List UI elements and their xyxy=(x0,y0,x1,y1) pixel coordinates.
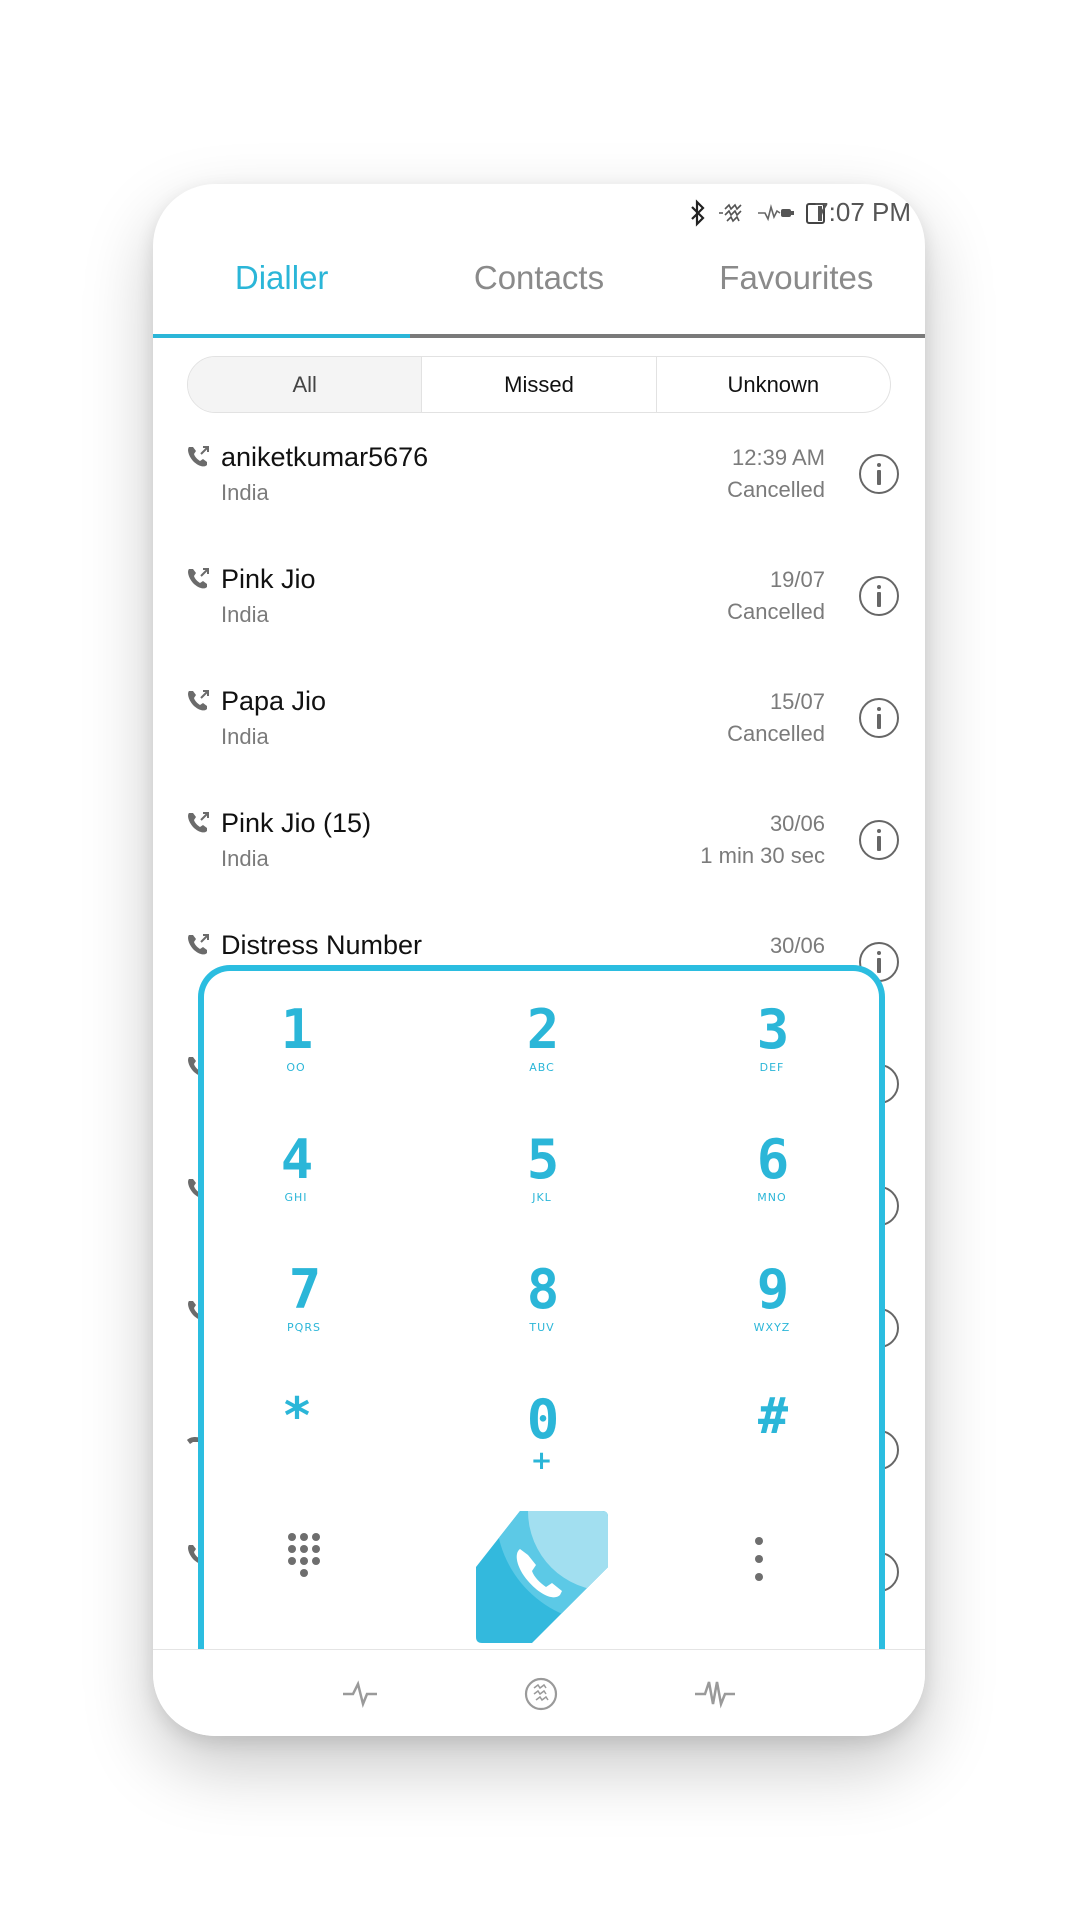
key-digit: 4 xyxy=(280,1128,314,1191)
key-letters: PQRS xyxy=(287,1321,321,1334)
key-5[interactable]: 5 JKL xyxy=(482,1131,602,1231)
key-hash[interactable]: # xyxy=(712,1381,832,1481)
call-log-row[interactable]: aniketkumar5676 India 12:39 AM Cancelled xyxy=(153,430,925,552)
call-status: 1 min 30 sec xyxy=(700,843,825,868)
key-3[interactable]: 3 DEF xyxy=(712,1001,832,1101)
call-time: 15/07 xyxy=(769,689,825,714)
key-6[interactable]: 6 MNO xyxy=(712,1131,832,1231)
call-time: 30/06 xyxy=(769,933,825,958)
key-letters: GHI xyxy=(284,1191,308,1204)
bluetooth-icon xyxy=(691,199,705,227)
key-7[interactable]: 7 PQRS xyxy=(244,1261,364,1361)
contact-name: Pink Jio (15) xyxy=(221,808,372,838)
phone-screen: 7:07 PM Dialler Contacts Favourites All … xyxy=(153,184,925,1736)
contact-location: India xyxy=(221,480,269,505)
vibration-icon[interactable] xyxy=(519,1674,563,1714)
call-time: 12:39 AM xyxy=(732,445,825,470)
bottom-navigation xyxy=(153,1649,925,1736)
key-digit: 8 xyxy=(526,1258,560,1321)
key-4[interactable]: 4 GHI xyxy=(236,1131,356,1231)
key-9[interactable]: 9 WXYZ xyxy=(712,1261,832,1361)
charging-icon xyxy=(758,203,794,222)
call-status: Cancelled xyxy=(727,477,825,502)
outgoing-call-icon xyxy=(188,812,209,833)
key-letters: + xyxy=(530,1446,554,1476)
key-digit: 9 xyxy=(756,1258,790,1321)
tab-favourites[interactable]: Favourites xyxy=(668,246,925,338)
key-1[interactable]: 1 OO xyxy=(236,1001,356,1101)
pulse-icon[interactable] xyxy=(341,1674,385,1714)
info-icon[interactable] xyxy=(859,454,899,494)
info-icon[interactable] xyxy=(859,698,899,738)
contact-location: India xyxy=(221,846,269,871)
key-letters: DEF xyxy=(759,1061,785,1074)
outgoing-call-icon xyxy=(188,690,209,711)
info-icon[interactable] xyxy=(859,576,899,616)
outgoing-call-icon xyxy=(188,568,209,589)
call-status: Cancelled xyxy=(727,721,825,746)
filter-unknown[interactable]: Unknown xyxy=(655,357,890,412)
waveform-icon[interactable] xyxy=(693,1674,737,1714)
key-digit: 2 xyxy=(526,998,560,1061)
call-time: 30/06 xyxy=(769,811,825,836)
dialpad-toggle-icon[interactable] xyxy=(288,1533,328,1589)
key-digit: 6 xyxy=(756,1128,790,1191)
key-digit: # xyxy=(757,1387,788,1445)
tab-contacts[interactable]: Contacts xyxy=(410,246,667,338)
key-letters: WXYZ xyxy=(753,1321,791,1334)
outgoing-call-icon xyxy=(188,934,209,955)
tab-dialler[interactable]: Dialler xyxy=(153,246,410,338)
call-log-row[interactable]: Pink Jio (15) India 30/06 1 min 30 sec xyxy=(153,796,925,918)
key-digit: 1 xyxy=(280,998,314,1061)
voicemail-icon: OO xyxy=(286,1061,306,1074)
key-0[interactable]: 0 + xyxy=(482,1391,602,1491)
dialpad: 1 OO 2 ABC 3 DEF 4 GHI 5 JKL 6 MNO 7 PQRS 8 TUV … xyxy=(198,965,885,1665)
call-time: 19/07 xyxy=(769,567,825,592)
call-button[interactable] xyxy=(476,1511,608,1643)
contact-name: Pink Jio xyxy=(221,564,316,594)
call-filter: All Missed Unknown xyxy=(187,356,891,413)
key-digit: * xyxy=(281,1387,312,1445)
filter-missed[interactable]: Missed xyxy=(421,357,655,412)
clock: 7:07 PM xyxy=(814,197,911,227)
call-status: Cancelled xyxy=(727,599,825,624)
contact-name: Papa Jio xyxy=(221,686,327,716)
key-star[interactable]: * xyxy=(236,1381,356,1481)
contact-location: India xyxy=(221,602,269,627)
key-8[interactable]: 8 TUV xyxy=(482,1261,602,1361)
info-icon[interactable] xyxy=(859,820,899,860)
contact-name: aniketkumar5676 xyxy=(221,442,429,472)
contact-name: Distress Number xyxy=(221,930,423,960)
more-options-icon[interactable] xyxy=(749,1533,769,1589)
key-letters: MNO xyxy=(757,1191,787,1204)
outgoing-call-icon xyxy=(188,446,209,467)
key-letters: JKL xyxy=(532,1191,552,1204)
key-digit: 7 xyxy=(288,1258,322,1321)
key-letters: ABC xyxy=(529,1061,555,1074)
tab-bar: Dialler Contacts Favourites xyxy=(153,246,925,338)
key-digit: 3 xyxy=(756,998,790,1061)
key-letters: TUV xyxy=(529,1321,555,1334)
call-log-row[interactable]: Papa Jio India 15/07 Cancelled xyxy=(153,674,925,796)
key-digit: 5 xyxy=(526,1128,560,1191)
key-2[interactable]: 2 ABC xyxy=(482,1001,602,1101)
active-tab-indicator xyxy=(153,334,410,338)
call-log-row[interactable]: Pink Jio India 19/07 Cancelled xyxy=(153,552,925,674)
tab-underline xyxy=(153,334,925,338)
status-bar: 7:07 PM xyxy=(153,184,925,240)
contact-location: India xyxy=(221,724,269,749)
filter-all[interactable]: All xyxy=(188,357,422,412)
vibrate-icon xyxy=(719,203,742,223)
key-digit: 0 xyxy=(526,1388,560,1451)
